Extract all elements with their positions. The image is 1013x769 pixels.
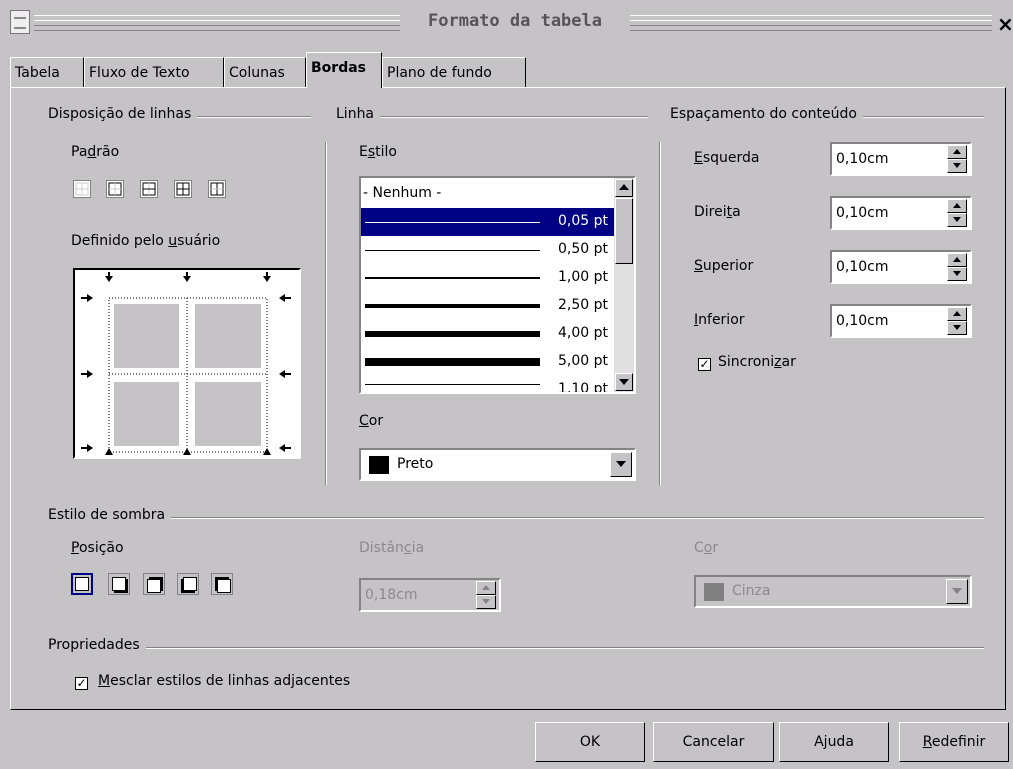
shadow-color-label: Cor <box>694 540 719 556</box>
cancel-button[interactable]: Cancelar <box>653 722 774 762</box>
shadow-top-left-button[interactable] <box>211 573 233 595</box>
spin-up-button[interactable] <box>947 253 967 267</box>
spin-up-button[interactable] <box>476 581 496 595</box>
shadow-style-heading: Estilo de sombra <box>48 507 172 523</box>
right-spacing-field[interactable]: 0,10cm <box>830 196 972 230</box>
reset-button[interactable]: Redefinir <box>899 722 1009 762</box>
tab-plano-de-fundo[interactable]: Plano de fundo <box>382 57 526 87</box>
spin-up-button[interactable] <box>947 307 967 321</box>
chevron-down-icon[interactable] <box>946 579 968 604</box>
line-style-0-50[interactable]: 0,50 pt <box>361 236 614 264</box>
line-style-list[interactable]: - Nenhum - 0,05 pt 0,50 pt 1,00 pt 2,50 … <box>359 176 636 394</box>
scroll-thumb[interactable] <box>615 198 633 264</box>
line-style-0-05[interactable]: 0,05 pt <box>361 208 614 236</box>
tab-bordas[interactable]: Bordas <box>306 52 382 88</box>
line-style-5-00[interactable]: 5,00 pt <box>361 348 614 376</box>
line-style-1-00[interactable]: 1,00 pt <box>361 264 614 292</box>
merge-styles-checkbox[interactable]: ✓ <box>75 677 88 690</box>
shadow-top-right-button[interactable] <box>143 573 165 595</box>
spin-up-button[interactable] <box>947 199 967 213</box>
preset-all[interactable] <box>174 180 192 198</box>
line-style-none[interactable]: - Nenhum - <box>361 180 614 208</box>
line-style-1-10[interactable]: 1,10 pt <box>361 376 614 392</box>
spin-down-button[interactable] <box>476 595 496 609</box>
style-label: Estilo <box>359 144 397 160</box>
app-icon <box>10 10 30 34</box>
shadow-distance-label: Distância <box>359 540 425 556</box>
preset-outer-inner[interactable] <box>208 180 226 198</box>
color-swatch <box>369 456 389 474</box>
shadow-bottom-left-button[interactable] <box>177 573 199 595</box>
user-defined-label: Definido pelo usuário <box>71 233 221 249</box>
line-color-dropdown[interactable]: Preto <box>359 448 636 481</box>
preset-outer-horizontal[interactable] <box>140 180 158 198</box>
shadow-none-button[interactable] <box>71 573 93 595</box>
sync-checkbox[interactable]: ✓ <box>698 358 711 371</box>
bottom-spacing-field[interactable]: 0,10cm <box>830 304 972 338</box>
spin-down-button[interactable] <box>947 267 967 281</box>
line-heading: Linha <box>336 106 381 122</box>
default-label: Padrão <box>71 144 120 160</box>
line-style-4-00[interactable]: 4,00 pt <box>361 320 614 348</box>
spacing-heading: Espaçamento do conteúdo <box>670 106 863 122</box>
ok-button[interactable]: OK <box>535 722 645 762</box>
spin-down-button[interactable] <box>947 213 967 227</box>
shadow-distance-field[interactable]: 0,18cm <box>359 578 501 612</box>
left-spacing-label: Esquerda <box>694 150 760 166</box>
shadow-bottom-right-button[interactable] <box>108 573 130 595</box>
close-button[interactable]: × <box>997 14 1013 34</box>
title-bar[interactable]: Formato da tabela × <box>0 0 1013 40</box>
window-title: Formato da tabela <box>400 11 630 31</box>
preset-none[interactable] <box>73 180 91 198</box>
top-spacing-label: Superior <box>694 258 754 274</box>
left-spacing-field[interactable]: 0,10cm <box>830 142 972 176</box>
help-button[interactable]: Ajuda <box>779 722 889 762</box>
bottom-spacing-label: Inferior <box>694 312 745 328</box>
scroll-up-button[interactable] <box>615 179 633 197</box>
tab-colunas[interactable]: Colunas <box>224 57 306 87</box>
properties-heading: Propriedades <box>48 637 146 653</box>
spin-up-button[interactable] <box>947 145 967 159</box>
preset-outer[interactable] <box>106 180 124 198</box>
color-swatch <box>704 583 724 601</box>
shadow-color-dropdown[interactable]: Cinza <box>694 575 972 608</box>
line-arrangement-heading: Disposição de linhas <box>48 106 198 122</box>
scroll-down-button[interactable] <box>615 373 633 391</box>
right-spacing-label: Direita <box>694 204 741 220</box>
line-color-label: Cor <box>359 413 384 429</box>
tab-tabela[interactable]: Tabela <box>10 57 84 87</box>
line-style-2-50[interactable]: 2,50 pt <box>361 292 614 320</box>
chevron-down-icon[interactable] <box>610 452 632 477</box>
merge-styles-label: Mesclar estilos de linhas adjacentes <box>98 673 351 689</box>
user-defined-border-preview[interactable] <box>73 268 301 459</box>
spin-down-button[interactable] <box>947 159 967 173</box>
sync-label: Sincronizar <box>718 354 796 370</box>
style-list-scrollbar[interactable] <box>614 178 634 392</box>
shadow-position-label: Posição <box>71 540 124 556</box>
tab-fluxo-de-texto[interactable]: Fluxo de Texto <box>84 57 224 87</box>
top-spacing-field[interactable]: 0,10cm <box>830 250 972 284</box>
spin-down-button[interactable] <box>947 321 967 335</box>
